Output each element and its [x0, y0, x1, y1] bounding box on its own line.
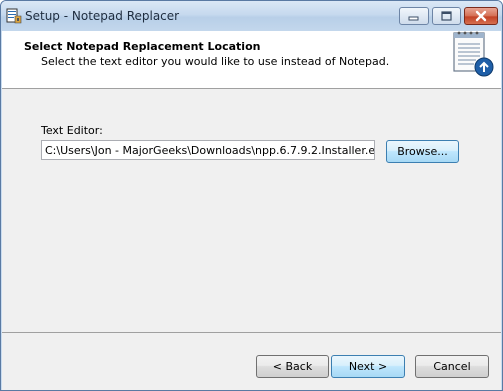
maximize-button[interactable] [432, 7, 461, 25]
notepad-document-icon [453, 31, 494, 77]
cancel-button[interactable]: Cancel [415, 355, 489, 378]
close-icon [475, 10, 487, 22]
setup-window: Setup - Notepad Replacer Select Notepad … [0, 0, 503, 391]
browse-button[interactable]: Browse... [386, 140, 459, 163]
text-editor-label: Text Editor: [41, 124, 103, 137]
window-title: Setup - Notepad Replacer [25, 9, 180, 23]
minimize-icon [408, 16, 419, 21]
page-title: Select Notepad Replacement Location [24, 40, 261, 53]
title-bar[interactable]: Setup - Notepad Replacer [1, 1, 502, 31]
text-editor-path-input[interactable] [41, 140, 375, 160]
setup-app-icon [6, 8, 22, 24]
wizard-body: Text Editor: Browse... [2, 89, 501, 332]
maximize-icon [441, 11, 452, 21]
minimize-button[interactable] [399, 7, 429, 25]
page-subtitle: Select the text editor you would like to… [41, 55, 390, 68]
back-button[interactable]: < Back [256, 355, 329, 378]
wizard-footer: < Back Next > Cancel [2, 332, 501, 390]
close-button[interactable] [464, 7, 498, 25]
next-button[interactable]: Next > [331, 355, 405, 378]
wizard-header: Select Notepad Replacement Location Sele… [2, 31, 501, 89]
